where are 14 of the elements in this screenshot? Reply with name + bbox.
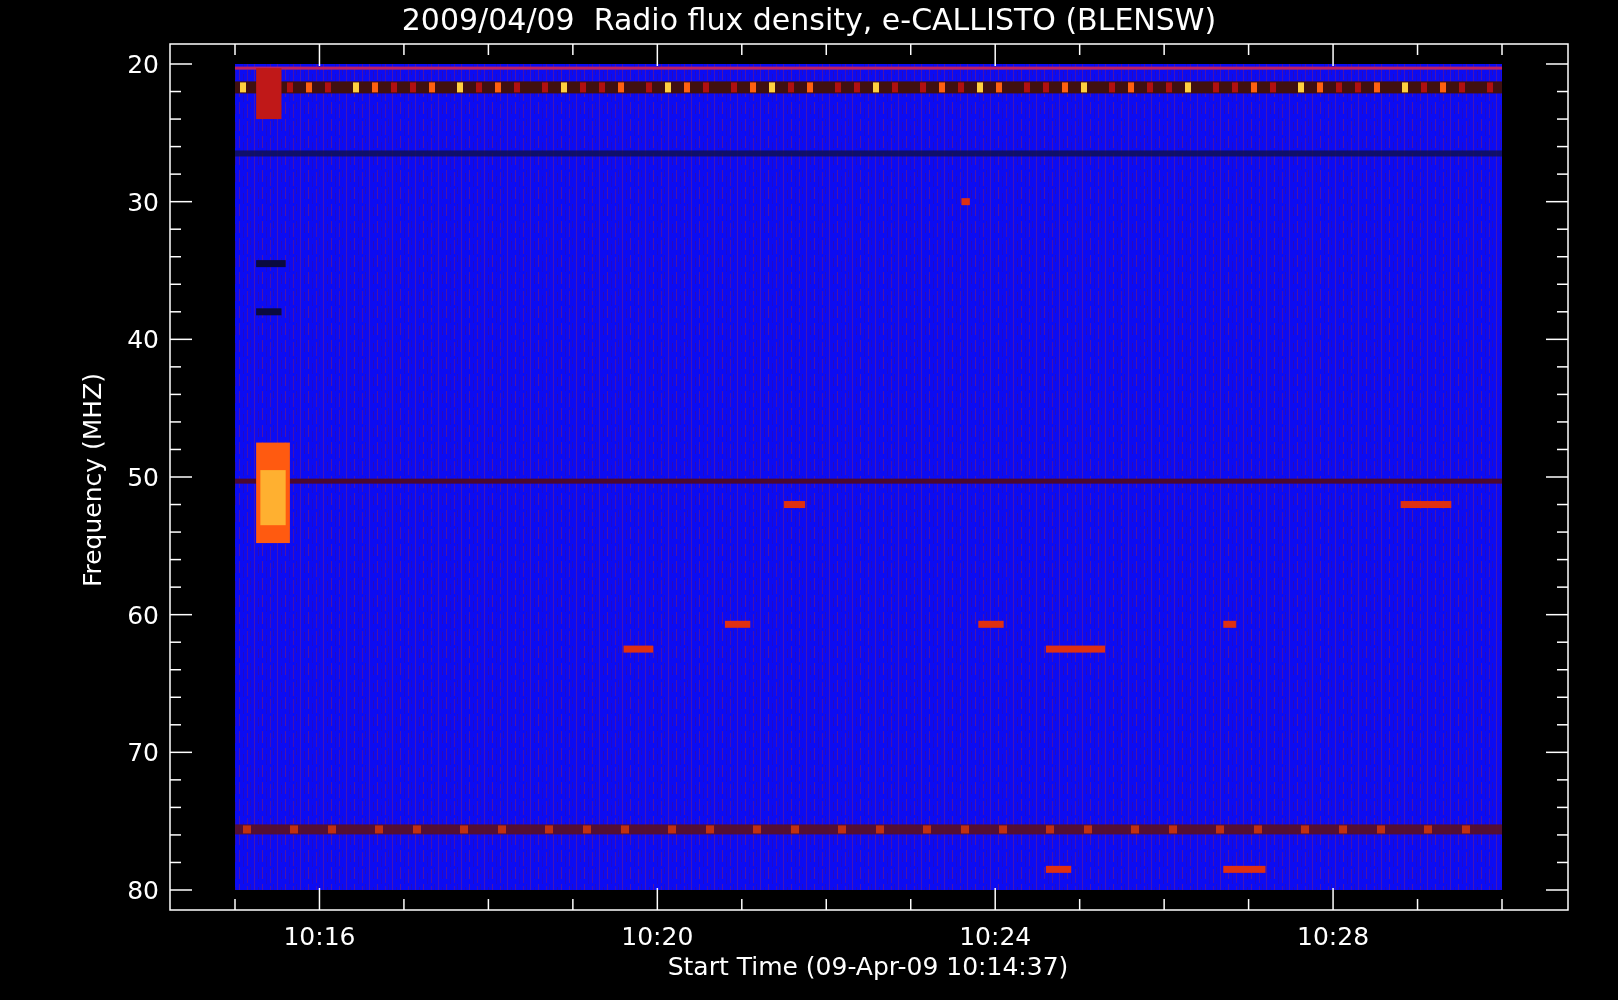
- y-tick-label: 60: [127, 600, 159, 630]
- y-tick-label: 20: [127, 50, 159, 79]
- y-tick-label: 80: [127, 876, 159, 905]
- x-tick-label: 10:24: [959, 922, 1032, 951]
- x-axis-title: Start Time (09-Apr-09 10:14:37): [667, 952, 1069, 981]
- y-tick-label: 30: [127, 187, 159, 217]
- x-tick-label: 10:20: [621, 922, 694, 951]
- x-tick-label: 10:16: [283, 922, 356, 951]
- y-tick-label: 40: [127, 325, 159, 355]
- x-tick-label: 10:28: [1297, 922, 1370, 951]
- y-tick-label: 70: [127, 738, 159, 768]
- y-tick-label: 50: [127, 463, 159, 492]
- y-axis-title: Frequency (MHZ): [78, 372, 107, 588]
- plot-title: 2009/04/09 Radio flux density, e-CALLISTO (BLENSW): [401, 2, 1217, 37]
